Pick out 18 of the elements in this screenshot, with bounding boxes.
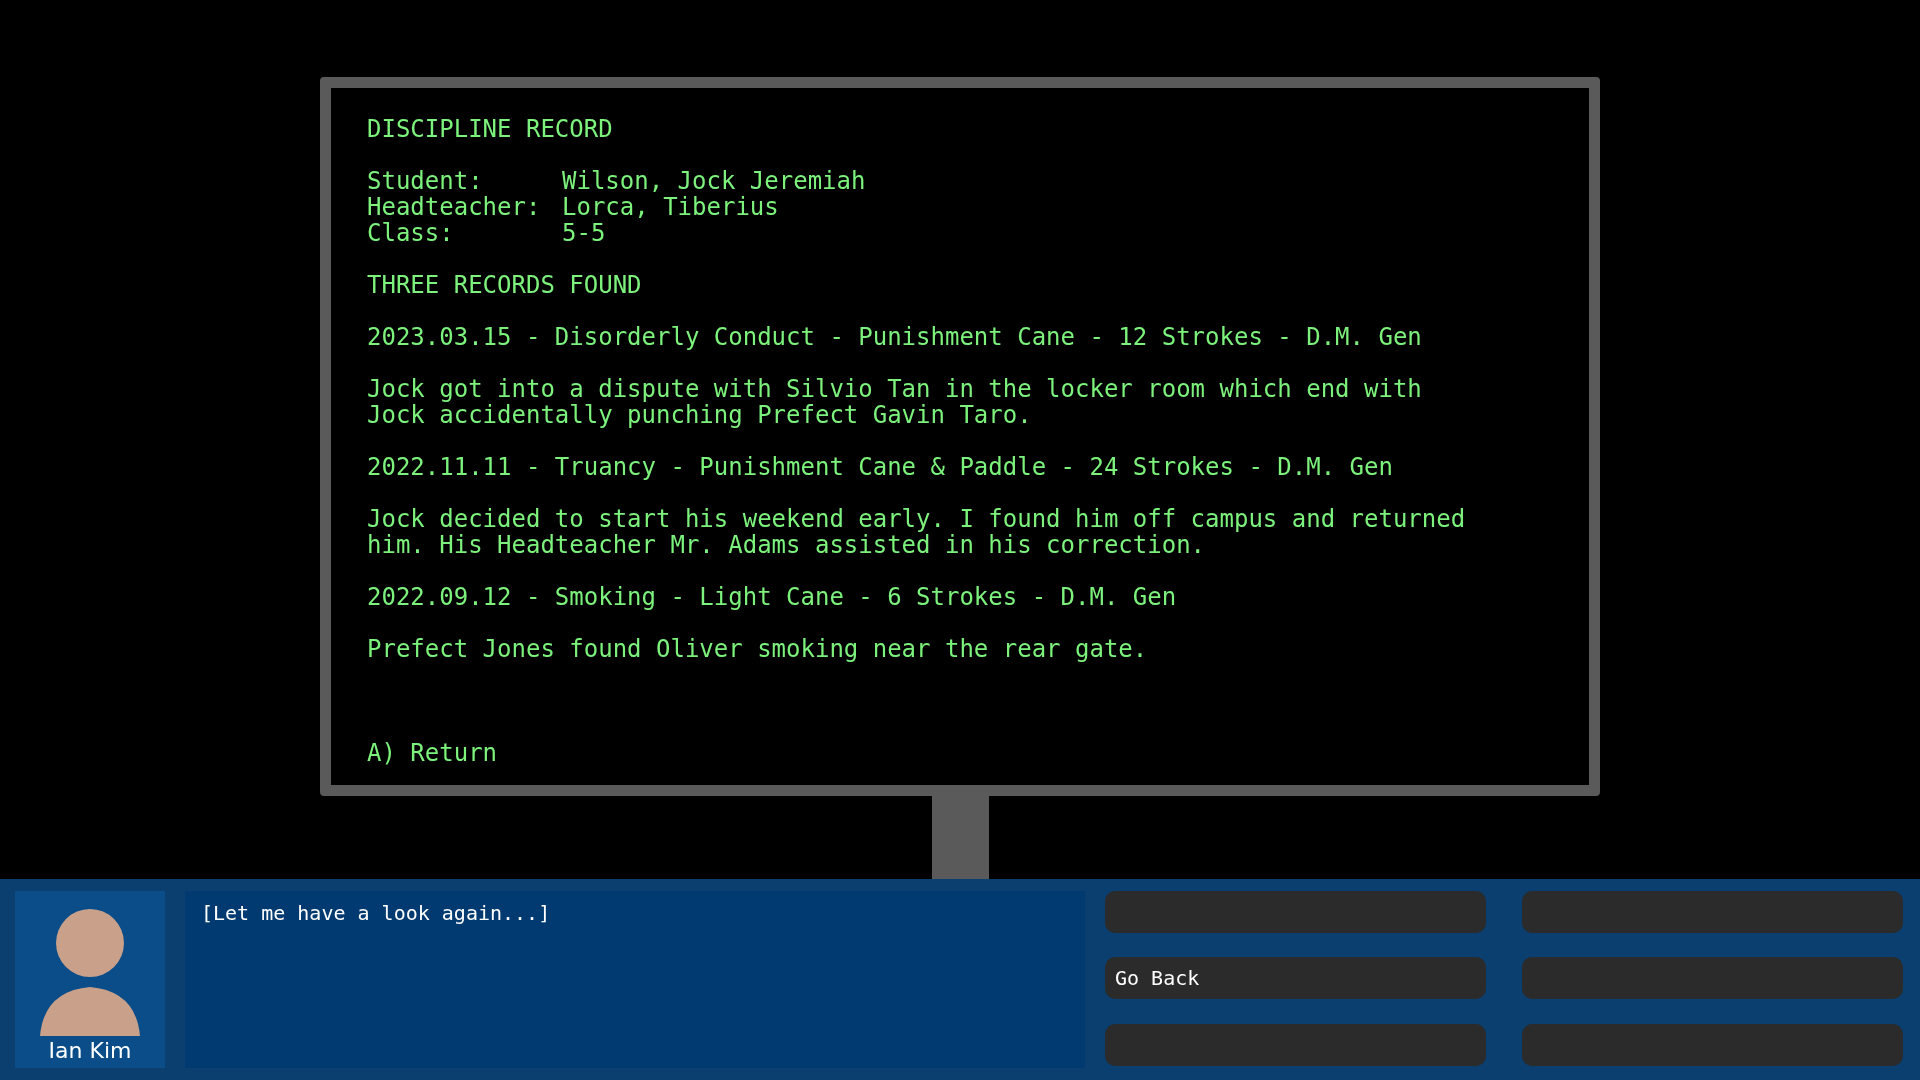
choice-button[interactable]: Go Back [1105, 957, 1486, 1000]
record-heading: 2022.09.12 - Smoking - Light Cane - 6 Strokes - D.M. Gen [367, 584, 1178, 610]
field-label: Student: [367, 168, 484, 194]
record-note: Prefect Jones found Oliver smoking near the rear gate. [367, 636, 1149, 662]
record-note: Jock decided to start his weekend early. I found him off campus and returned him. His Headteacher Mr. Adams assisted in his correction. [367, 506, 1467, 558]
record-heading: 2023.03.15 - Disorderly Conduct - Punishment Cane - 12 Strokes - D.M. Gen [367, 324, 1423, 350]
speaker-name: Ian Kim [48, 1038, 132, 1063]
dialogue-text: [Let me have a look again...] [185, 891, 1085, 1068]
field-value: 5-5 [562, 220, 606, 246]
record-heading: 2022.11.11 - Truancy - Punishment Cane & Paddle - 24 Strokes - D.M. Gen [367, 454, 1394, 480]
status-text: THREE RECORDS FOUND [367, 272, 643, 298]
field-value: Wilson, Jock Jeremiah [562, 168, 866, 194]
record-title: DISCIPLINE RECORD [367, 116, 614, 142]
field-label: Class: [367, 220, 455, 246]
menu-option[interactable]: A) Return [367, 740, 1553, 766]
field-value: Lorca, Tiberius [562, 194, 779, 220]
record-note: Jock got into a dispute with Silvio Tan in the locker room which end with Jock accidentally punching Prefect Gavin Taro. [367, 376, 1423, 428]
field-label: Headteacher: [367, 194, 542, 220]
